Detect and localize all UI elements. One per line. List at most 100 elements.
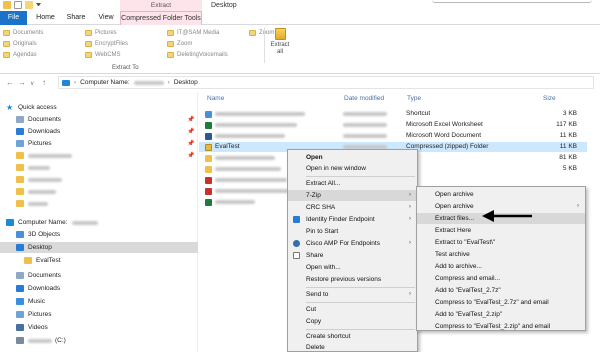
context-menu: Open Open in new window Extract All... 7… (287, 149, 418, 352)
extract-to-item[interactable]: Agendas (3, 49, 85, 60)
submenu-item-compress-email[interactable]: Compress and email... (417, 273, 585, 284)
nav-item-folder[interactable] (0, 162, 198, 173)
extract-to-item[interactable]: Documents (3, 27, 85, 38)
computer-icon (62, 79, 70, 86)
extract-to-item[interactable]: Zoom (249, 27, 331, 38)
nav-item-downloads[interactable]: Downloads (0, 283, 198, 294)
menu-item-open[interactable]: Open (288, 152, 417, 163)
table-row[interactable]: Microsoft Word Document 11 KB (199, 131, 587, 141)
menu-item-identity-finder[interactable]: Identity Finder Endpoint › (288, 214, 417, 225)
submenu-item-open-archive[interactable]: Open archive (417, 189, 585, 200)
nav-item-folder[interactable] (0, 174, 198, 185)
ribbon-tabs: File Home Share View Compressed Folder T… (0, 11, 600, 25)
folder-icon (16, 152, 24, 159)
breadcrumb-computer[interactable]: Computer Name: (80, 79, 130, 86)
nav-item-pictures[interactable]: Pictures 📌 (0, 138, 198, 149)
nav-item-folder[interactable] (0, 186, 198, 197)
redacted-text (71, 220, 98, 225)
nav-item-desktop[interactable]: Desktop (0, 242, 198, 253)
tab-home[interactable]: Home (31, 11, 60, 25)
menu-item-7zip[interactable]: 7-Zip › (288, 190, 417, 201)
table-row[interactable]: Shortcut 3 KB (199, 109, 587, 119)
redacted-text (28, 165, 50, 170)
tab-file[interactable]: File (0, 11, 27, 25)
extract-to-item[interactable]: Originals (3, 38, 85, 49)
nav-item-3d-objects[interactable]: 3D Objects (0, 229, 198, 240)
extract-all-button[interactable]: Extract all (270, 28, 290, 56)
column-header-size[interactable]: Size (543, 95, 556, 102)
chevron-right-icon: › (167, 79, 170, 86)
folder-icon (3, 51, 10, 58)
extract-to-item[interactable]: DeletingVoicemails (167, 49, 249, 60)
folder-icon (16, 188, 24, 195)
nav-item-documents[interactable]: Documents (0, 270, 198, 281)
nav-item-pictures[interactable]: Pictures (0, 309, 198, 320)
menu-item-open-with[interactable]: Open with... (288, 262, 417, 273)
ribbon: Documents Pictures IT@SAM Media Zoom Ori… (0, 25, 600, 74)
column-header-name[interactable]: Name (207, 95, 224, 102)
address-bar[interactable]: › Computer Name: › Desktop (58, 76, 594, 89)
chevron-right-icon: › (409, 192, 411, 198)
menu-item-extract-all[interactable]: Extract All... (288, 178, 417, 189)
nav-item-downloads[interactable]: Downloads 📌 (0, 126, 198, 137)
nav-item-folder[interactable] (0, 198, 198, 209)
extract-to-item[interactable]: Zoom (167, 38, 249, 49)
submenu-item-compress-zip-email[interactable]: Compress to "EvalTest_2.zip" and email (417, 321, 585, 332)
back-arrow-icon[interactable]: ← (6, 78, 14, 87)
folder-icon (167, 40, 174, 47)
submenu-item-extract-to-folder[interactable]: Extract to "EvalTest\" (417, 237, 585, 248)
redacted-text (343, 112, 387, 116)
nav-item-pinned-folder[interactable]: 📌 (0, 150, 198, 161)
breadcrumb-current[interactable]: Desktop (174, 79, 198, 86)
submenu-item-test-archive[interactable]: Test archive (417, 249, 585, 260)
forward-arrow-icon[interactable]: → (18, 78, 26, 87)
file-icon (205, 177, 212, 184)
redacted-text (215, 134, 285, 138)
menu-item-create-shortcut[interactable]: Create shortcut (288, 331, 417, 342)
tab-share[interactable]: Share (63, 11, 89, 25)
column-header-type[interactable]: Type (407, 95, 421, 102)
tab-view[interactable]: View (94, 11, 118, 25)
excel-icon (205, 122, 212, 129)
folder-icon[interactable] (3, 1, 11, 9)
folder-icon (16, 164, 24, 171)
menu-item-pin-to-start[interactable]: Pin to Start (288, 226, 417, 237)
column-header-date[interactable]: Date modified (344, 95, 384, 102)
nav-quick-access[interactable]: ★ Quick access (0, 102, 198, 113)
new-folder-icon[interactable] (25, 1, 33, 9)
pictures-icon (16, 140, 24, 147)
nav-item-evaltest[interactable]: EvalTest (0, 255, 198, 266)
submenu-item-compress-7z-email[interactable]: Compress to "EvalTest_2.7z" and email (417, 297, 585, 308)
recent-locations-icon[interactable]: ∨ (30, 80, 34, 87)
nav-item-documents[interactable]: Documents 📌 (0, 114, 198, 125)
menu-item-delete[interactable]: Delete (288, 342, 417, 352)
menu-item-cut[interactable]: Cut (288, 304, 417, 315)
nav-item-music[interactable]: Music (0, 296, 198, 307)
menu-item-open-new-window[interactable]: Open in new window (288, 163, 417, 174)
nav-this-pc[interactable]: Computer Name: (0, 217, 198, 228)
properties-icon[interactable] (14, 1, 22, 9)
file-icon (205, 188, 212, 195)
submenu-item-add-to-archive[interactable]: Add to archive... (417, 261, 585, 272)
submenu-item-add-to-zip[interactable]: Add to "EvalTest_2.zip" (417, 309, 585, 320)
menu-item-send-to[interactable]: Send to › (288, 289, 417, 300)
menu-item-cisco-amp[interactable]: Cisco AMP For Endpoints › (288, 238, 417, 249)
extract-to-item[interactable]: EncryptFiles (85, 38, 167, 49)
chevron-down-icon[interactable] (36, 3, 41, 7)
submenu-item-add-to-7z[interactable]: Add to "EvalTest_2.7z" (417, 285, 585, 296)
redacted-text (215, 189, 289, 193)
extract-to-item[interactable]: Pictures (85, 27, 167, 38)
table-row[interactable]: Microsoft Excel Worksheet 117 KB (199, 120, 587, 130)
window-controls[interactable] (432, 0, 592, 3)
submenu-item-extract-here[interactable]: Extract Here (417, 225, 585, 236)
nav-item-videos[interactable]: Videos (0, 322, 198, 333)
menu-item-share[interactable]: Share (288, 250, 417, 261)
extract-to-item[interactable]: WebCMS (85, 49, 167, 60)
nav-item-drive-c[interactable]: (C:) (0, 335, 198, 346)
up-arrow-icon[interactable]: ↑ (42, 78, 46, 87)
menu-item-restore-versions[interactable]: Restore previous versions (288, 274, 417, 285)
menu-item-copy[interactable]: Copy (288, 316, 417, 327)
menu-item-crc-sha[interactable]: CRC SHA › (288, 202, 417, 213)
tab-compressed-folder-tools[interactable]: Compressed Folder Tools (120, 11, 202, 25)
extract-to-item[interactable]: IT@SAM Media (167, 27, 249, 38)
